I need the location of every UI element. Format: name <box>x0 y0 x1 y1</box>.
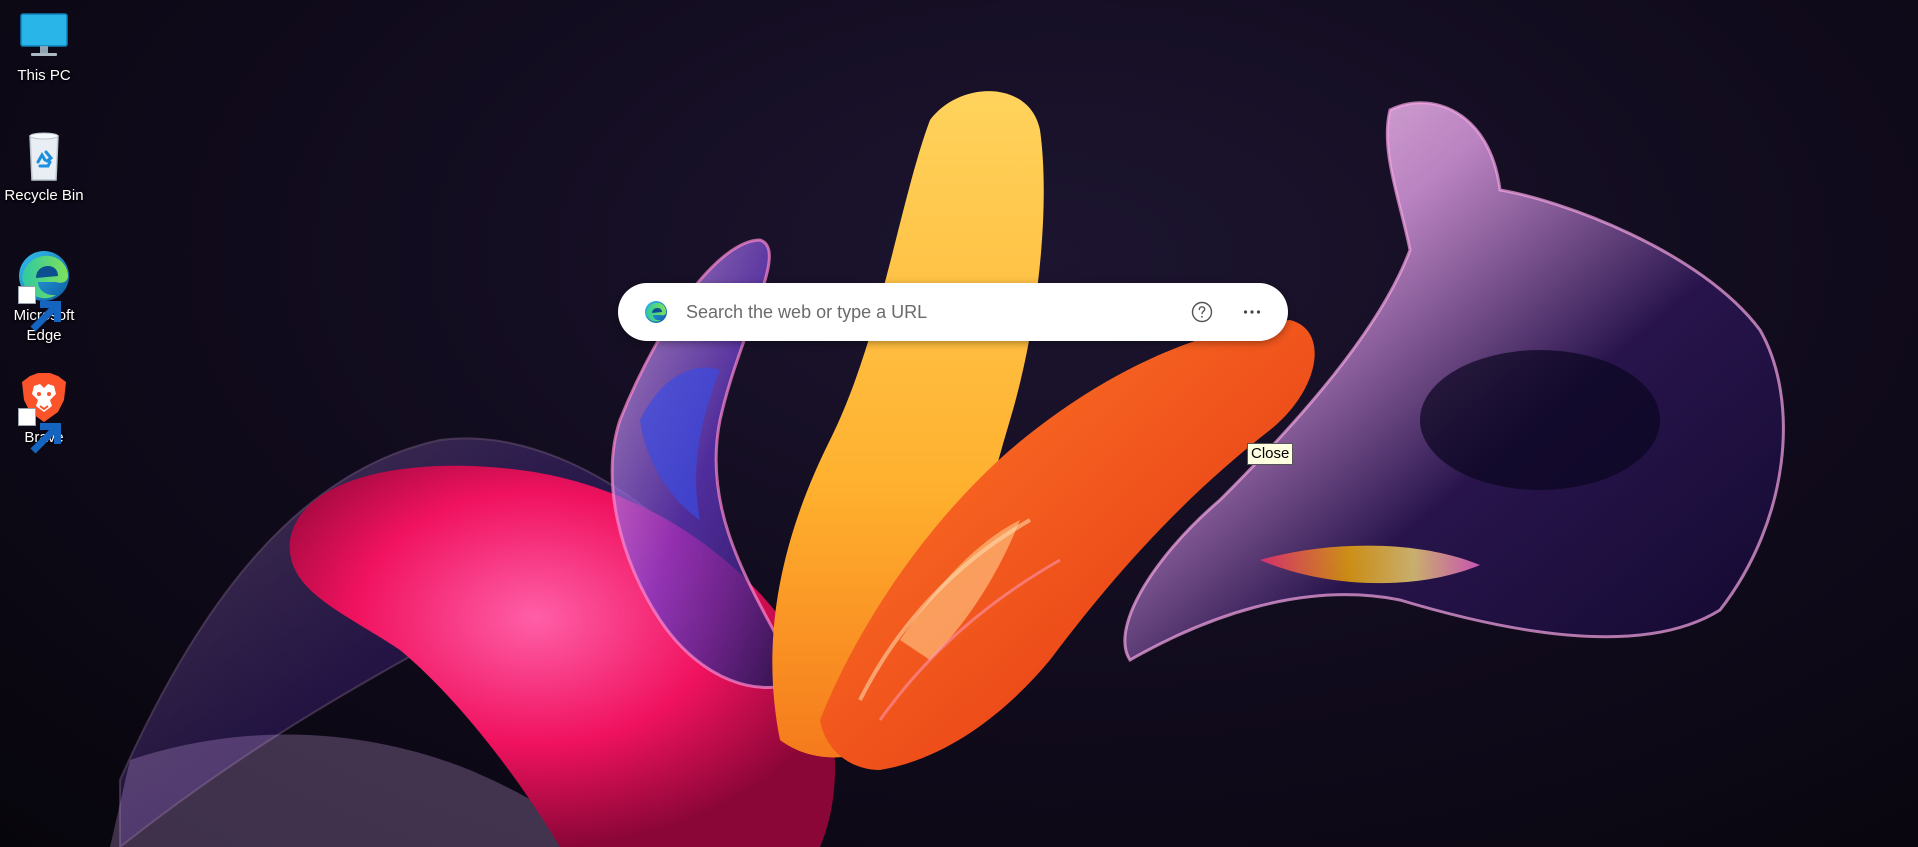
desktop-icon-this-pc[interactable]: This PC <box>0 8 88 86</box>
help-button[interactable] <box>1182 292 1222 332</box>
desktop-icon-brave[interactable]: Brave <box>0 370 88 454</box>
edge-icon <box>16 248 72 332</box>
help-icon <box>1191 301 1213 323</box>
edge-search-bar[interactable] <box>618 283 1288 341</box>
desktop-icon-label: Recycle Bin <box>4 187 84 204</box>
edge-icon[interactable] <box>644 300 668 324</box>
shortcut-arrow-icon <box>18 408 61 454</box>
wallpaper-image <box>110 91 1785 847</box>
desktop-icon-microsoft-edge[interactable]: Microsoft Edge <box>0 248 88 346</box>
close-tooltip: Close <box>1247 443 1294 465</box>
more-options-button[interactable] <box>1232 292 1272 332</box>
more-dots-icon <box>1243 310 1261 314</box>
desktop-icon-label: This PC <box>17 67 71 84</box>
desktop-icon-recycle-bin[interactable]: Recycle Bin <box>0 128 88 206</box>
search-input[interactable] <box>684 291 1182 333</box>
shortcut-arrow-icon <box>18 286 61 332</box>
monitor-icon <box>16 8 72 64</box>
desktop[interactable]: This PC Recycle Bin Microsoft Edge Brave… <box>0 0 1918 847</box>
brave-lion-icon <box>16 370 72 454</box>
recycle-bin-icon <box>16 128 72 184</box>
